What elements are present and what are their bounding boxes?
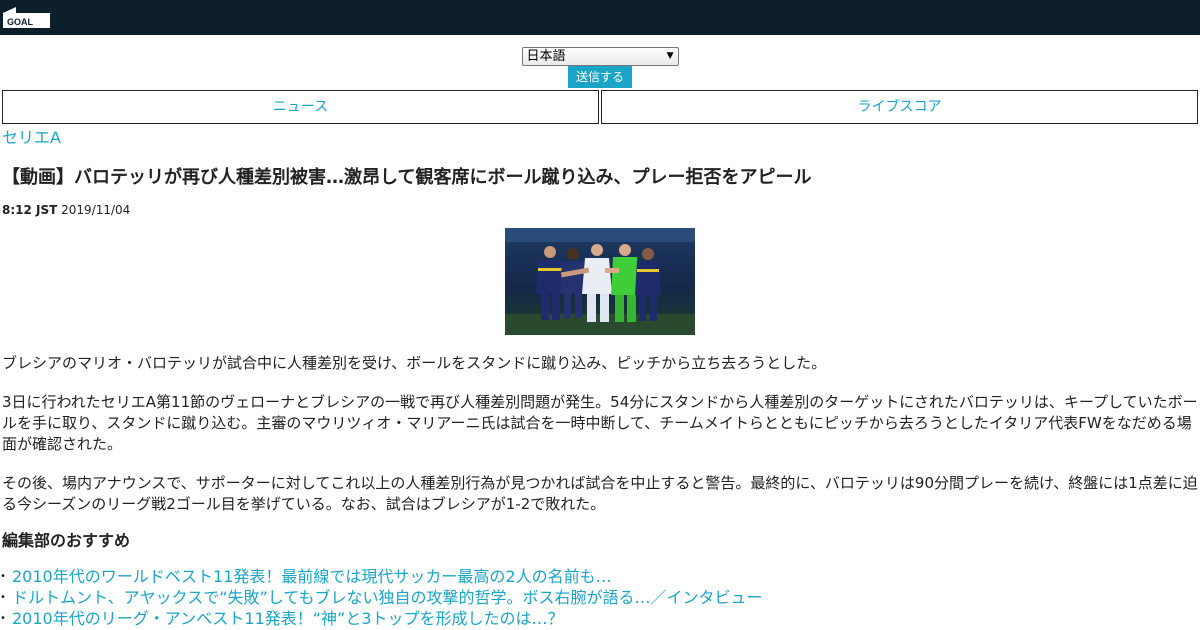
breadcrumb-category[interactable]: セリエA: [2, 128, 1198, 148]
article-time: 8:12 JST: [2, 203, 58, 217]
recommendation-link[interactable]: • 2010年代のワールドベスト11発表！最前線では現代サッカー最高の2人の名前…: [0, 566, 1200, 587]
bullet-icon: •: [0, 613, 6, 624]
article-date: 2019/11/04: [61, 203, 131, 217]
dropdown-arrow-icon: ▼: [666, 51, 674, 61]
top-header-bar: GOAL: [0, 0, 1200, 35]
article-paragraph: 3日に行われたセリエA第11節のヴェローナとブレシアの一戦で再び人種差別問題が発…: [2, 393, 1198, 453]
recommendation-text: 2010年代のリーグ・アンベスト11発表！“神”と3トップを形成したのは…？: [12, 609, 564, 628]
nav-item-news[interactable]: ニュース: [2, 90, 599, 124]
article-meta: 8:12 JST 2019/11/04: [2, 202, 1198, 218]
nav-item-livescore[interactable]: ライブスコア: [601, 90, 1198, 124]
logo-text: GOAL: [7, 17, 34, 27]
article-title: 【動画】バロテッリが再び人種差別被害…激昂して観客席にボール蹴り込み、プレー拒否…: [2, 167, 812, 188]
recommendation-text: 2010年代のワールドベスト11発表！最前線では現代サッカー最高の2人の名前も…: [12, 567, 612, 586]
language-selected-value: 日本語: [526, 49, 566, 64]
article-photo: [505, 228, 695, 335]
goal-logo[interactable]: GOAL: [3, 7, 50, 28]
recommendation-link[interactable]: • ドルトムント、アヤックスで“失敗”してもブレない独自の攻撃的哲学。ボス右腕が…: [0, 587, 1200, 608]
language-form: 日本語 ▼: [0, 35, 1200, 66]
article-paragraph: その後、場内アナウンスで、サポーターに対してこれ以上の人種差別行為が見つかれば試…: [2, 474, 1198, 513]
language-select[interactable]: 日本語 ▼: [521, 47, 679, 66]
bullet-icon: •: [0, 571, 6, 582]
recommendations-title: 編集部のおすすめ: [2, 531, 131, 550]
recommendation-link[interactable]: • 2010年代のリーグ・アンベスト11発表！“神”と3トップを形成したのは…？: [0, 608, 1200, 629]
bullet-icon: •: [0, 592, 6, 603]
main-nav: ニュース ライブスコア: [2, 90, 1198, 124]
article-paragraph: ブレシアのマリオ・バロテッリが試合中に人種差別を受け、ボールをスタンドに蹴り込み…: [2, 354, 827, 372]
submit-button[interactable]: 送信する: [567, 66, 632, 88]
recommendations-list: • 2010年代のワールドベスト11発表！最前線では現代サッカー最高の2人の名前…: [0, 566, 1200, 629]
recommendation-text: ドルトムント、アヤックスで“失敗”してもブレない独自の攻撃的哲学。ボス右腕が語る…: [12, 588, 763, 607]
